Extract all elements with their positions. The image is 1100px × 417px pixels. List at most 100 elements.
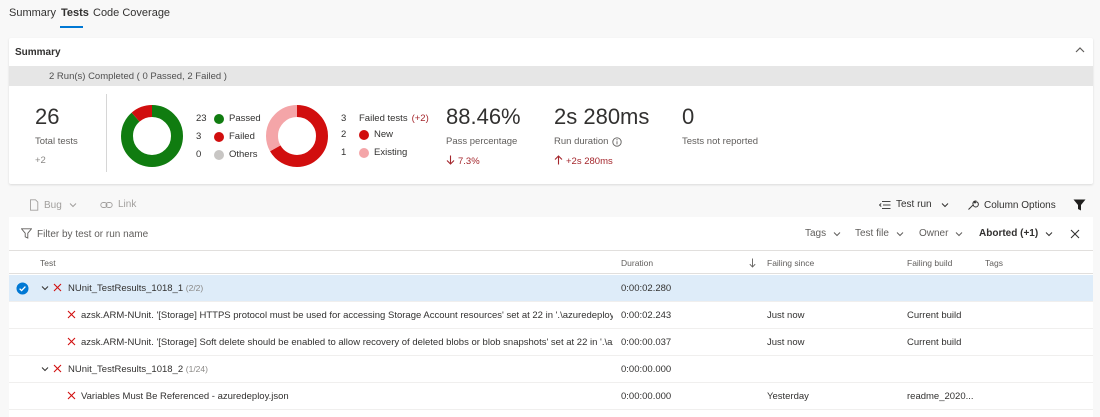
- row-test-name: NUnit_TestResults_1018_2 (1/24): [68, 364, 208, 375]
- bug-icon: [30, 199, 39, 211]
- new-count: 2: [341, 129, 347, 140]
- tab-bar: Summary Tests Code Coverage: [0, 0, 1100, 32]
- new-dot: [359, 129, 369, 140]
- chevron-down-icon[interactable]: [41, 366, 49, 373]
- owner-facet[interactable]: Owner: [919, 228, 964, 239]
- col-header-duration[interactable]: Duration: [621, 258, 653, 268]
- link-label: Link: [118, 199, 137, 210]
- failed-tests-delta: (+2): [411, 113, 429, 124]
- pass-percentage-delta: 7.3%: [446, 155, 480, 167]
- group-by-icon: [879, 200, 891, 209]
- total-tests-value: 26: [35, 104, 60, 129]
- failed-x-icon: [67, 337, 76, 346]
- info-icon[interactable]: [612, 136, 623, 147]
- chevron-up-icon[interactable]: [1074, 44, 1086, 56]
- row-failing-build[interactable]: Current build: [907, 310, 961, 321]
- group-count: (2/2): [185, 283, 204, 293]
- row-failing-since: Just now: [767, 337, 805, 348]
- link-icon: [100, 201, 113, 208]
- filter-input[interactable]: Filter by test or run name: [37, 229, 148, 240]
- summary-title: Summary: [15, 47, 61, 58]
- col-header-test[interactable]: Test: [40, 258, 56, 268]
- row-duration: 0:00:02.280: [621, 283, 672, 294]
- sort-arrow-down-icon[interactable]: [749, 258, 756, 268]
- bug-label: Bug: [44, 199, 62, 211]
- run-duration-label: Run duration: [554, 136, 609, 147]
- table-row[interactable]: azsk.ARM-NUnit. '[Storage] HTTPS protoco…: [9, 302, 1093, 329]
- legend-failed: 3 Failed: [196, 131, 255, 142]
- group-name: NUnit_TestResults_1018_2: [68, 364, 184, 375]
- checkmark-circle-icon[interactable]: [16, 282, 29, 295]
- table-row[interactable]: Variables Must Be Referenced - azuredepl…: [9, 383, 1093, 410]
- col-header-tags[interactable]: Tags: [985, 258, 1003, 268]
- chevron-down-icon[interactable]: [41, 285, 49, 292]
- tab-code-coverage[interactable]: Code Coverage: [93, 7, 170, 19]
- failed-x-icon: [53, 364, 62, 373]
- row-duration: 0:00:00.000: [621, 364, 672, 375]
- row-failing-since: Just now: [767, 310, 805, 321]
- existing-label: Existing: [374, 147, 408, 158]
- outcome-facet-label: Aborted (+1): [979, 228, 1039, 239]
- failed-x-icon: [67, 310, 76, 319]
- summary-card: Summary 2 Run(s) Completed ( 0 Passed, 2…: [9, 38, 1093, 184]
- chevron-down-icon: [1045, 231, 1053, 236]
- failed-tests-count: 3: [341, 113, 347, 124]
- row-failing-build[interactable]: Current build: [907, 337, 961, 348]
- passed-dot: [214, 113, 224, 124]
- failed-dot: [214, 131, 224, 142]
- column-options-button[interactable]: Column Options: [967, 199, 1056, 211]
- divider: [106, 94, 107, 172]
- pass-percentage-value: 88.46%: [446, 104, 521, 129]
- pass-percentage-label: Pass percentage: [446, 136, 518, 147]
- row-test-name: azsk.ARM-NUnit. '[Storage] HTTPS protoco…: [81, 310, 613, 321]
- test-file-facet[interactable]: Test file: [855, 228, 905, 239]
- run-duration-label-wrap: Run duration: [554, 136, 623, 147]
- table-row[interactable]: NUnit_TestResults_1018_2 (1/24) 0:00:00.…: [9, 356, 1093, 383]
- link-button[interactable]: Link: [100, 199, 136, 210]
- chevron-down-icon: [941, 202, 948, 207]
- row-test-name: Variables Must Be Referenced - azuredepl…: [81, 391, 289, 402]
- outcome-donut-chart: [121, 105, 183, 167]
- close-icon[interactable]: [1070, 229, 1080, 239]
- header-divider: [9, 273, 1093, 274]
- chevron-down-icon: [956, 231, 963, 236]
- tags-facet[interactable]: Tags: [805, 228, 842, 239]
- chevron-down-icon: [896, 231, 904, 236]
- row-failing-build[interactable]: readme_2020...: [907, 391, 974, 402]
- filter-funnel-icon: [21, 228, 32, 239]
- table-row[interactable]: NUnit_TestResults_1018_1 (2/2) 0:00:02.2…: [9, 275, 1093, 302]
- col-header-failing-since[interactable]: Failing since: [767, 258, 814, 268]
- others-label: Others: [229, 149, 258, 160]
- tab-summary[interactable]: Summary: [9, 7, 56, 19]
- row-failing-since: Yesterday: [767, 391, 809, 402]
- passed-label: Passed: [229, 113, 261, 124]
- passed-count: 23: [196, 113, 207, 124]
- run-duration-delta-text: +2s 280ms: [566, 156, 613, 167]
- not-reported-label: Tests not reported: [682, 136, 759, 147]
- wrench-icon: [968, 200, 979, 210]
- arrow-down-icon: [446, 155, 455, 165]
- tab-tests[interactable]: Tests: [61, 7, 89, 19]
- tags-facet-label: Tags: [805, 228, 827, 239]
- failed-x-icon: [67, 391, 76, 400]
- row-duration: 0:00:00.037: [621, 337, 672, 348]
- runs-completed-text: 2 Run(s) Completed ( 0 Passed, 2 Failed …: [49, 71, 227, 82]
- group-count: (1/24): [185, 364, 208, 374]
- bug-button[interactable]: Bug: [29, 199, 83, 211]
- test-run-dropdown[interactable]: Test run: [879, 199, 955, 210]
- group-name: NUnit_TestResults_1018_1: [68, 283, 184, 294]
- failed-x-icon: [53, 283, 62, 292]
- filter-bar: Filter by test or run name Tags Test fil…: [9, 217, 1093, 251]
- others-count: 0: [196, 149, 202, 160]
- column-options-label: Column Options: [984, 199, 1056, 211]
- col-header-failing-build[interactable]: Failing build: [907, 258, 952, 268]
- pass-percentage-delta-text: 7.3%: [458, 156, 480, 167]
- total-tests-label: Total tests: [35, 136, 78, 147]
- existing-count: 1: [341, 147, 347, 158]
- new-label: New: [374, 129, 394, 140]
- chevron-down-icon: [833, 231, 841, 236]
- filter-icon[interactable]: [1073, 199, 1086, 211]
- outcome-facet[interactable]: Aborted (+1): [979, 228, 1054, 239]
- table-row[interactable]: azsk.ARM-NUnit. '[Storage] Soft delete s…: [9, 329, 1093, 356]
- arrow-up-icon: [554, 155, 563, 165]
